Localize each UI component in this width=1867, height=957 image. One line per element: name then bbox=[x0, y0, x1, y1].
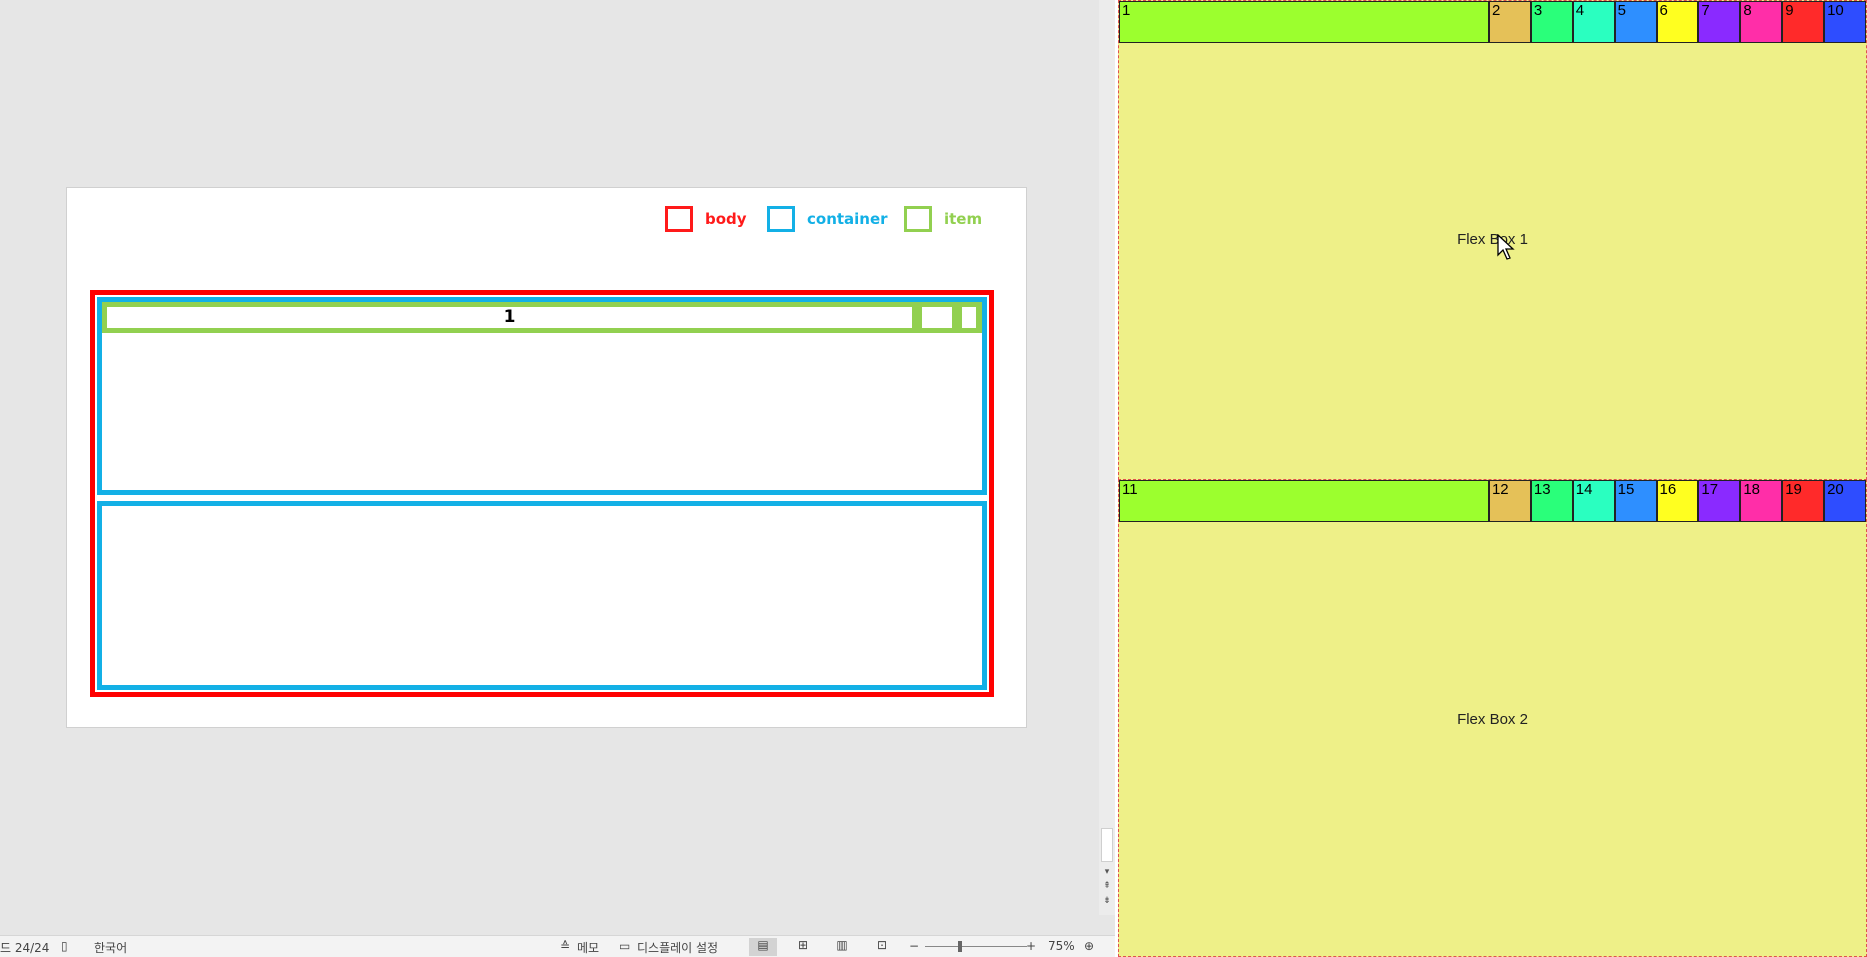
zoom-in-button[interactable]: + bbox=[1026, 939, 1036, 953]
accessibility-icon[interactable]: ▯ bbox=[61, 939, 68, 953]
flex-box-1: 1 2 3 4 5 6 7 8 9 10 Flex Box 1 bbox=[1118, 0, 1867, 480]
flex-item-20: 20 bbox=[1824, 480, 1866, 522]
scroll-down-arrow-icon[interactable]: ▾ bbox=[1099, 866, 1115, 877]
presentation-editor: body container item 1 ▾ ⇞ ⇟ 드 24/24 ▯ 한국… bbox=[0, 0, 1115, 957]
flex-item-10: 10 bbox=[1824, 1, 1866, 43]
flex-item-2: 2 bbox=[1488, 1, 1531, 43]
mouse-cursor-icon bbox=[1497, 234, 1515, 260]
next-slide-icon[interactable]: ⇟ bbox=[1099, 895, 1115, 906]
flex-item-1: 1 bbox=[1119, 1, 1489, 43]
zoom-slider-thumb[interactable] bbox=[958, 941, 962, 952]
flex-item-16: 16 bbox=[1656, 480, 1699, 522]
legend-body-swatch bbox=[665, 206, 693, 232]
flex-item-4: 4 bbox=[1572, 1, 1615, 43]
flex-box-2: 11 12 13 14 15 16 17 18 19 20 Flex Box 2 bbox=[1118, 479, 1867, 957]
flex-box-1-items: 1 2 3 4 5 6 7 8 9 10 bbox=[1119, 1, 1866, 43]
previous-slide-icon[interactable]: ⇞ bbox=[1099, 880, 1115, 891]
status-bar: 드 24/24 ▯ 한국어 ≙ 메모 ▭ 디스플레이 설정 ▤ ⊞ ▥ ⊡ − … bbox=[0, 935, 1115, 957]
slide-counter: 드 24/24 bbox=[0, 941, 50, 955]
browser-viewport: 1 2 3 4 5 6 7 8 9 10 Flex Box 1 11 12 13 14 15 16 17 18 1… bbox=[1115, 0, 1867, 957]
flex-item-5: 5 bbox=[1614, 1, 1657, 43]
flex-item-13: 13 bbox=[1530, 480, 1573, 522]
diagram-item-1[interactable]: 1 bbox=[102, 302, 917, 333]
legend-item-swatch bbox=[904, 206, 932, 232]
legend-container-label: container bbox=[807, 210, 888, 228]
flex-item-14: 14 bbox=[1572, 480, 1615, 522]
diagram-body-box[interactable]: 1 bbox=[90, 290, 994, 697]
notes-button[interactable]: 메모 bbox=[577, 939, 599, 956]
flex-item-19: 19 bbox=[1782, 480, 1825, 522]
flex-item-12: 12 bbox=[1488, 480, 1531, 522]
flex-item-15: 15 bbox=[1614, 480, 1657, 522]
normal-view-button[interactable]: ▤ bbox=[749, 938, 777, 956]
diagram-item-row: 1 bbox=[102, 302, 982, 333]
fit-to-window-icon[interactable]: ⊕ bbox=[1084, 939, 1094, 953]
diagram-container-2[interactable] bbox=[97, 501, 987, 690]
reading-view-button[interactable]: ▥ bbox=[828, 938, 856, 956]
flex-item-17: 17 bbox=[1698, 480, 1741, 522]
notes-icon[interactable]: ≙ bbox=[560, 939, 570, 953]
flex-item-6: 6 bbox=[1656, 1, 1699, 43]
flex-item-7: 7 bbox=[1698, 1, 1741, 43]
flex-item-9: 9 bbox=[1782, 1, 1825, 43]
language-indicator[interactable]: 한국어 bbox=[94, 939, 127, 956]
scrollbar-thumb[interactable] bbox=[1101, 828, 1113, 862]
vertical-scrollbar[interactable]: ▾ ⇞ ⇟ bbox=[1099, 0, 1115, 915]
display-settings-icon[interactable]: ▭ bbox=[619, 939, 630, 953]
diagram-item-2[interactable] bbox=[917, 302, 957, 333]
flex-box-1-label: Flex Box 1 bbox=[1457, 231, 1528, 248]
zoom-slider-track[interactable] bbox=[925, 946, 1027, 947]
zoom-level[interactable]: 75% bbox=[1048, 939, 1075, 953]
legend-body-label: body bbox=[705, 210, 747, 228]
slide-canvas[interactable]: body container item 1 bbox=[66, 187, 1027, 728]
flex-item-18: 18 bbox=[1740, 480, 1783, 522]
zoom-out-button[interactable]: − bbox=[909, 939, 919, 953]
flex-item-11: 11 bbox=[1119, 480, 1489, 522]
slideshow-button[interactable]: ⊡ bbox=[868, 938, 896, 956]
flex-box-2-label: Flex Box 2 bbox=[1457, 711, 1528, 728]
flex-item-3: 3 bbox=[1530, 1, 1573, 43]
legend-body: body bbox=[665, 206, 747, 232]
slide-sorter-button[interactable]: ⊞ bbox=[789, 938, 817, 956]
diagram-container-1[interactable]: 1 bbox=[97, 297, 987, 495]
flex-box-2-items: 11 12 13 14 15 16 17 18 19 20 bbox=[1119, 480, 1866, 522]
legend-container: container bbox=[767, 206, 888, 232]
diagram-item-3[interactable] bbox=[957, 302, 982, 333]
display-settings-button[interactable]: 디스플레이 설정 bbox=[637, 939, 718, 956]
legend-item-label: item bbox=[944, 210, 983, 228]
legend-container-swatch bbox=[767, 206, 795, 232]
legend-item: item bbox=[904, 206, 982, 232]
flex-item-8: 8 bbox=[1740, 1, 1783, 43]
